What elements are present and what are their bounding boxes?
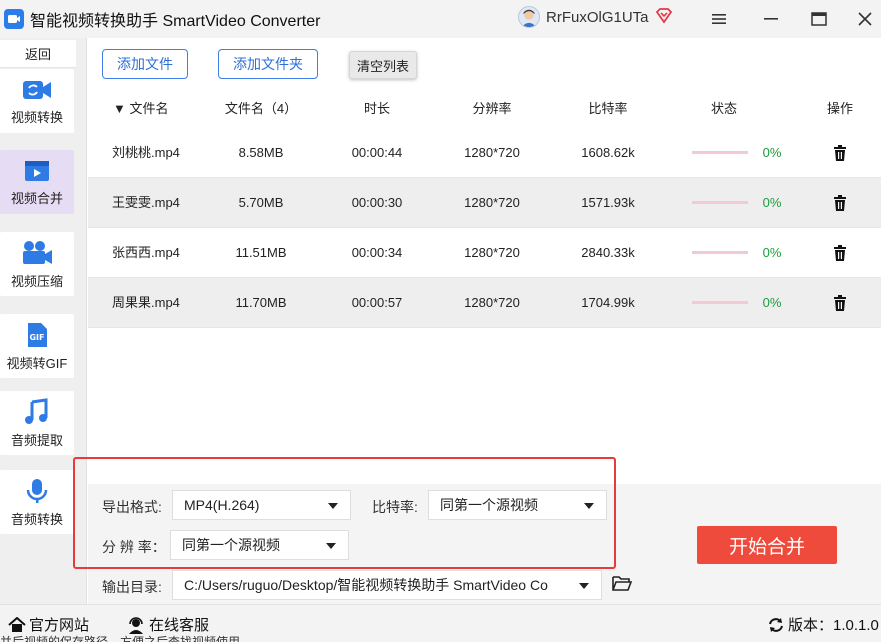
clear-list-button[interactable]: 清空列表 (349, 51, 417, 79)
sidebar-item-label: 视频压缩 (10, 273, 63, 289)
progress-percent: 0% (762, 195, 782, 210)
maximize-icon[interactable] (806, 6, 832, 32)
folder-open-icon[interactable] (612, 575, 632, 591)
file-duration: 00:00:34 (351, 245, 403, 260)
minimize-icon[interactable] (758, 6, 784, 32)
video-compress-icon (23, 240, 52, 264)
delete-icon[interactable] (833, 145, 847, 161)
menu-icon[interactable] (706, 6, 732, 32)
delete-icon[interactable] (833, 245, 847, 261)
sidebar-item-label: 视频转GIF (6, 355, 68, 371)
website-label: 官方网站 (29, 617, 90, 634)
music-note-icon (25, 397, 48, 424)
sidebar-item-label: 视频转换 (10, 109, 63, 125)
progress-bar (692, 201, 748, 204)
file-duration: 00:00:30 (351, 195, 403, 210)
file-bitrate: 2840.33k (581, 245, 635, 260)
resolution-header: 分辨率 (472, 101, 512, 116)
version-info[interactable]: 版本：1.0.1.0 (768, 614, 879, 635)
vip-heart-icon[interactable] (655, 7, 673, 28)
sidebar-item-audio-convert[interactable]: 音频转换 (0, 470, 74, 534)
back-button[interactable]: 返回 (0, 40, 76, 68)
file-size: 11.51MB (235, 245, 287, 260)
sidebar-item-audio-extract[interactable]: 音频提取 (0, 391, 74, 455)
file-resolution: 1280*720 (464, 195, 520, 210)
home-icon (8, 616, 26, 632)
file-resolution: 1280*720 (464, 145, 520, 160)
highlight-annotation-box (73, 457, 616, 569)
output-dir-label: 输出目录: (102, 579, 162, 595)
sidebar-item-label: 视频合并 (10, 190, 63, 206)
svg-text:GIF: GIF (29, 333, 44, 342)
table-row[interactable]: 王雯雯.mp4 5.70MB 00:00:30 1280*720 1571.93… (88, 178, 881, 228)
chevron-down-icon (579, 583, 589, 589)
progress-bar (692, 301, 748, 304)
file-name: 刘桃桃.mp4 (112, 145, 180, 160)
video-merge-icon (25, 160, 49, 181)
window-title: 智能视频转换助手 SmartVideo Converter (30, 13, 321, 30)
status-header: 状态 (710, 101, 737, 116)
user-account[interactable]: RrFuxOlG1UTa (518, 6, 673, 28)
app-logo-icon (4, 9, 24, 29)
close-icon[interactable] (852, 6, 878, 32)
file-size: 5.70MB (238, 195, 284, 210)
progress-bar (692, 151, 748, 154)
table-row[interactable]: 张西西.mp4 11.51MB 00:00:34 1280*720 2840.3… (88, 228, 881, 278)
microphone-icon (26, 478, 48, 503)
website-link[interactable]: 官方网站 (8, 614, 89, 635)
sort-name-header[interactable]: ▼ 文件名 (113, 90, 183, 128)
duration-header: 时长 (363, 101, 390, 116)
name-count-header: 文件名（4） (224, 101, 298, 116)
sidebar-item-video-compress[interactable]: 视频压缩 (0, 232, 74, 296)
username[interactable]: RrFuxOlG1UTa (546, 9, 649, 26)
output-dir-value: C:/Users/ruguo/Desktop/智能视频转换助手 SmartVid… (184, 577, 548, 593)
gif-icon: GIF (28, 322, 47, 347)
add-folder-button[interactable]: 添加文件夹 (218, 49, 318, 79)
sidebar-item-video-convert[interactable]: 视频转换 (0, 69, 74, 133)
table-header: ▼ 文件名 文件名（4） 时长 分辨率 比特率 状态 操作 (88, 90, 881, 128)
sidebar-item-label: 音频提取 (10, 432, 63, 448)
sidebar-item-label: 音频转换 (10, 511, 63, 527)
refresh-icon (769, 617, 783, 632)
file-name: 周果果.mp4 (112, 295, 180, 310)
avatar[interactable] (518, 6, 540, 28)
file-bitrate: 1704.99k (581, 295, 635, 310)
action-header: 操作 (826, 101, 853, 116)
sidebar-item-video-gif[interactable]: GIF 视频转GIF (0, 314, 74, 378)
progress-bar (692, 251, 748, 254)
file-name: 王雯雯.mp4 (112, 195, 180, 210)
start-merge-button[interactable]: 开始合并 (697, 526, 837, 564)
file-resolution: 1280*720 (464, 245, 520, 260)
table-row[interactable]: 周果果.mp4 11.70MB 00:00:57 1280*720 1704.9… (88, 278, 881, 328)
file-duration: 00:00:57 (351, 295, 403, 310)
sidebar-item-video-merge[interactable]: 视频合并 (0, 150, 74, 214)
version-label: 版本：1.0.1.0 (788, 617, 879, 634)
delete-icon[interactable] (833, 295, 847, 311)
bitrate-header: 比特率 (588, 101, 628, 116)
file-size: 8.58MB (238, 145, 284, 160)
table-row[interactable]: 刘桃桃.mp4 8.58MB 00:00:44 1280*720 1608.62… (88, 128, 881, 178)
file-bitrate: 1571.93k (581, 195, 635, 210)
file-bitrate: 1608.62k (581, 145, 635, 160)
video-convert-icon (23, 80, 51, 99)
file-size: 11.70MB (235, 295, 287, 310)
title-bar: 智能视频转换助手 SmartVideo Converter RrFuxOlG1U… (0, 0, 881, 38)
output-dir-select[interactable]: C:/Users/ruguo/Desktop/智能视频转换助手 SmartVid… (172, 570, 602, 600)
delete-icon[interactable] (833, 195, 847, 211)
customer-service-icon (129, 616, 143, 634)
progress-percent: 0% (762, 145, 782, 160)
status-hint-text: 并后视频的保存路径，方便之后查找视频使用 (0, 635, 241, 642)
file-resolution: 1280*720 (464, 295, 520, 310)
file-duration: 00:00:44 (351, 145, 403, 160)
progress-percent: 0% (762, 295, 782, 310)
progress-percent: 0% (762, 245, 782, 260)
file-name: 张西西.mp4 (112, 245, 180, 260)
add-file-button[interactable]: 添加文件 (102, 49, 188, 79)
support-link[interactable]: 在线客服 (127, 614, 209, 635)
support-label: 在线客服 (149, 617, 210, 634)
